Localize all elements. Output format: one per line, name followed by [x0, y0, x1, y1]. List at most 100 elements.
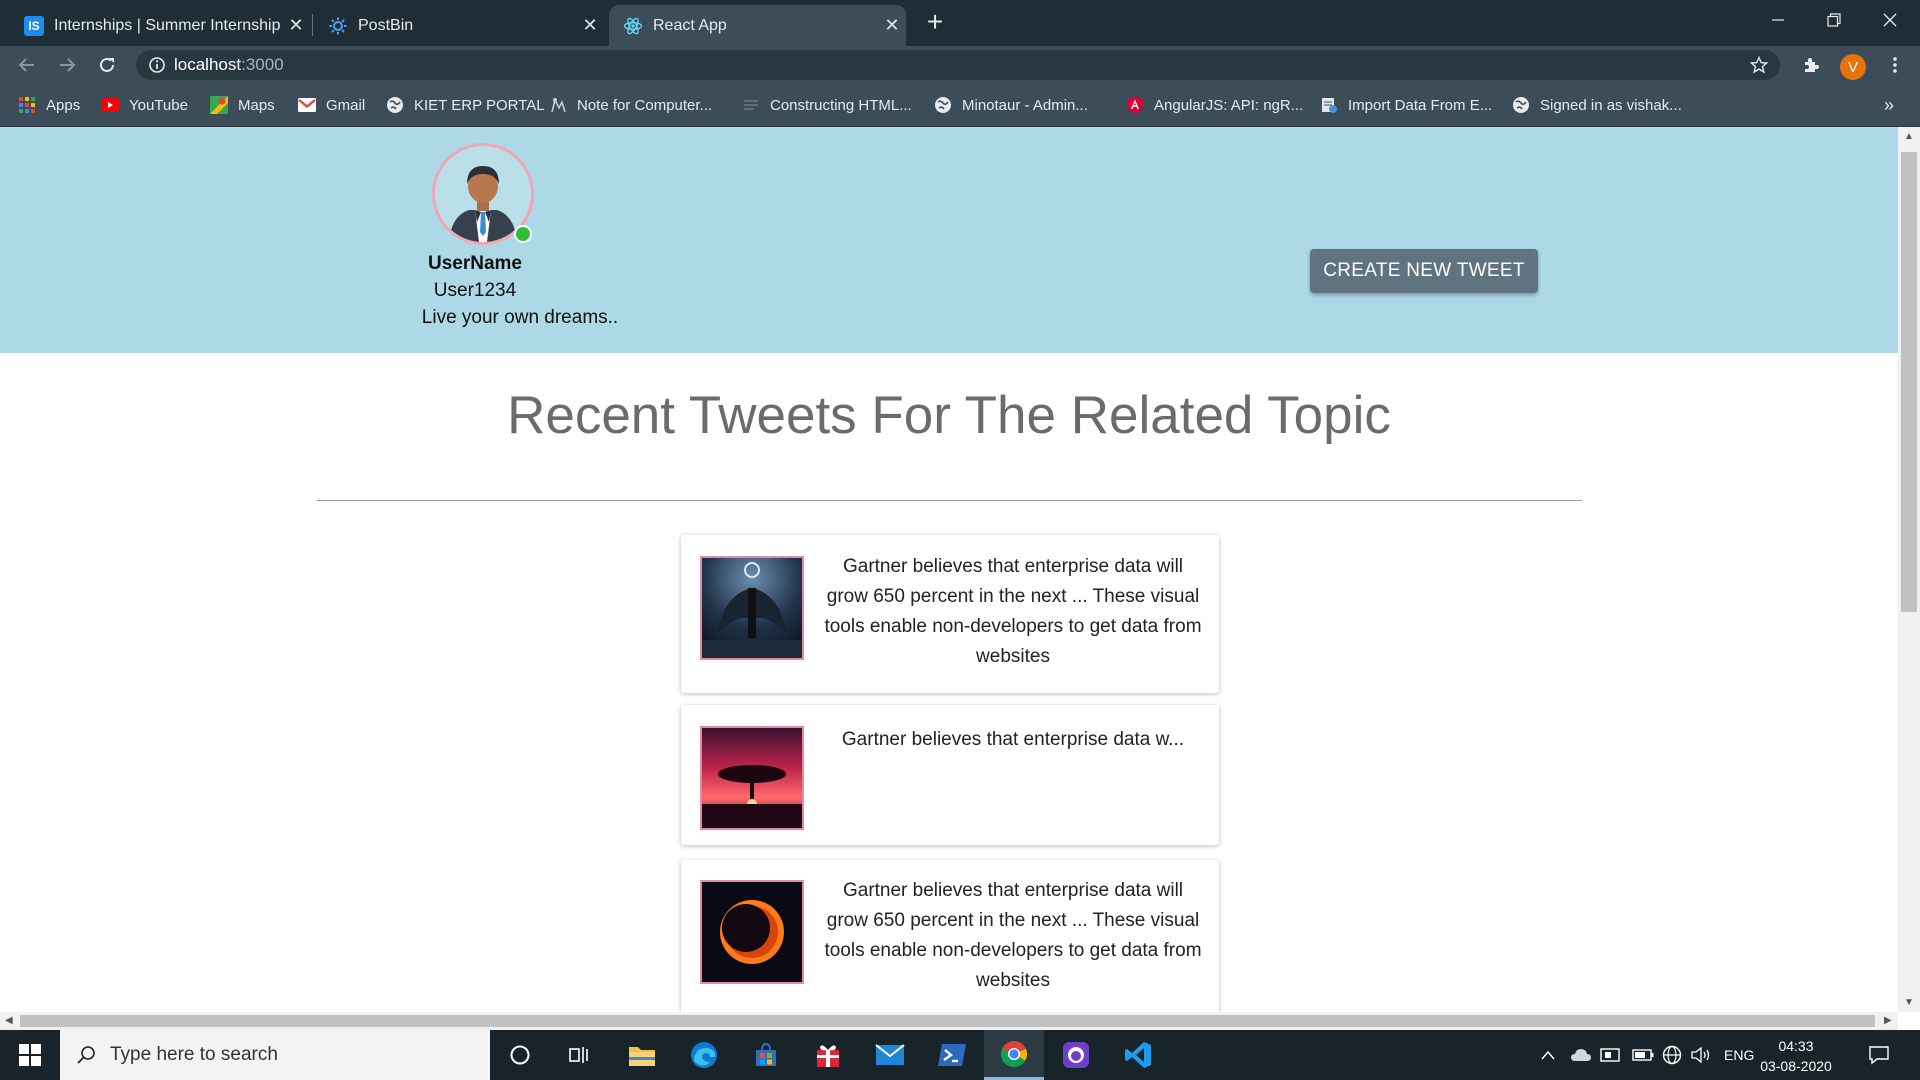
tweet-image[interactable]	[700, 556, 804, 660]
bookmark-label: Import Data From E...	[1348, 96, 1493, 114]
scroll-right-icon[interactable]: ▶	[1884, 1015, 1892, 1026]
import-icon	[1320, 96, 1338, 114]
powershell-icon[interactable]	[922, 1030, 982, 1080]
search-icon	[76, 1045, 96, 1065]
vertical-scrollbar[interactable]: ▲ ▼	[1898, 127, 1920, 1012]
forward-button[interactable]	[52, 50, 82, 80]
volume-icon[interactable]	[1690, 1030, 1712, 1080]
bookmark-label: Apps	[46, 96, 81, 114]
battery-icon[interactable]	[1632, 1030, 1654, 1080]
browser-tab-strip: IS Internships | Summer Internship 2020 …	[0, 0, 1920, 46]
close-icon[interactable]: ✕	[576, 15, 604, 36]
profile-name: UserName	[428, 253, 522, 274]
language-indicator[interactable]: ENG	[1724, 1030, 1754, 1080]
bookmark-youtube[interactable]: YouTube	[101, 94, 188, 116]
online-status-dot	[514, 225, 532, 243]
bookmark-minotaur[interactable]: Minotaur - Admin...	[934, 94, 1088, 116]
windows-logo-icon	[19, 1044, 41, 1066]
reload-button[interactable]	[92, 50, 122, 80]
section-divider	[317, 500, 1582, 501]
bookmark-apps[interactable]: Apps	[18, 94, 80, 116]
vscode-icon[interactable]	[1108, 1030, 1168, 1080]
close-icon[interactable]: ✕	[282, 15, 310, 36]
tweet-text: Gartner believes that enterprise data wi…	[824, 556, 1202, 667]
onedrive-icon[interactable]	[1570, 1030, 1592, 1080]
page-viewport: UserName User1234 Live your own dreams..…	[0, 127, 1898, 1012]
scrollbar-thumb[interactable]	[1901, 152, 1917, 612]
apps-grid-icon	[18, 96, 36, 114]
notifications-icon[interactable]	[1868, 1030, 1890, 1080]
tab-title: Internships | Summer Internship 2020	[54, 16, 282, 34]
gift-app-icon[interactable]	[798, 1030, 858, 1080]
close-window-button[interactable]	[1862, 0, 1918, 40]
note-icon	[549, 96, 567, 114]
tweet-text: Gartner believes that enterprise data w.…	[841, 729, 1185, 750]
scroll-left-icon[interactable]: ◀	[5, 1015, 13, 1026]
bookmark-signed-in[interactable]: Signed in as vishak...	[1512, 94, 1682, 116]
menu-dots-icon[interactable]	[1880, 50, 1910, 80]
tab-internships[interactable]: IS Internships | Summer Internship 2020 …	[10, 5, 310, 46]
chrome-icon[interactable]	[984, 1030, 1044, 1080]
globe-icon	[386, 96, 404, 114]
tweet-card[interactable]: Gartner believes that enterprise data wi…	[681, 535, 1219, 693]
edge-browser-icon[interactable]	[674, 1030, 734, 1080]
taskbar-clock[interactable]: 04:33 03-08-2020	[1760, 1036, 1832, 1076]
tab-title: PostBin	[358, 16, 414, 34]
address-bar[interactable]: localhost:3000	[136, 50, 1780, 80]
bookmarks-bar: Apps YouTube Maps Gmail KIET ERP PORTAL …	[0, 84, 1920, 127]
bookmark-constructing-html[interactable]: Constructing HTML...	[742, 94, 912, 116]
tab-react-app[interactable]: React App ✕	[609, 5, 906, 46]
bookmarks-overflow-button[interactable]: »	[1884, 94, 1894, 116]
close-icon[interactable]: ✕	[878, 15, 906, 36]
bookmark-maps[interactable]: Maps	[210, 94, 275, 116]
star-icon[interactable]	[1750, 56, 1768, 74]
meet-now-icon[interactable]	[1600, 1030, 1620, 1080]
profile-avatar[interactable]: V	[1840, 54, 1866, 80]
bookmark-label: Constructing HTML...	[770, 96, 912, 114]
scroll-down-icon[interactable]: ▼	[1904, 997, 1914, 1008]
bookmark-kiet-erp[interactable]: KIET ERP PORTAL	[386, 94, 545, 116]
bookmark-gmail[interactable]: Gmail	[298, 94, 365, 116]
scrollbar-thumb[interactable]	[20, 1015, 1875, 1027]
tab-title: React App	[653, 16, 727, 34]
restore-button[interactable]	[1806, 0, 1862, 40]
angular-icon	[1126, 96, 1144, 114]
bookmark-label: AngularJS: API: ngR...	[1154, 96, 1304, 114]
bookmark-label: Gmail	[326, 96, 366, 114]
gmail-icon	[298, 96, 316, 114]
show-hidden-icons[interactable]	[1540, 1030, 1556, 1080]
github-desktop-icon[interactable]	[1046, 1030, 1106, 1080]
bookmark-label: Minotaur - Admin...	[962, 96, 1088, 114]
horizontal-scrollbar[interactable]: ◀ ▶	[0, 1012, 1898, 1030]
microsoft-store-icon[interactable]	[736, 1030, 796, 1080]
file-explorer-icon[interactable]	[612, 1030, 672, 1080]
tweet-card[interactable]: Gartner believes that enterprise data wi…	[681, 860, 1219, 1012]
tweet-image[interactable]	[700, 726, 804, 830]
solar-eclipse-image-icon	[702, 882, 802, 982]
mail-icon[interactable]	[860, 1030, 920, 1080]
new-tab-button[interactable]: +	[922, 8, 948, 38]
network-globe-icon[interactable]	[1662, 1030, 1682, 1080]
page-title: Recent Tweets For The Related Topic	[507, 386, 1391, 445]
tweet-image[interactable]	[700, 880, 804, 984]
bookmark-import-data[interactable]: Import Data From E...	[1320, 94, 1492, 116]
back-button[interactable]	[12, 50, 42, 80]
globe-icon	[934, 96, 952, 114]
tweet-card[interactable]: Gartner believes that enterprise data w.…	[681, 705, 1219, 845]
task-view-icon[interactable]	[550, 1030, 610, 1080]
youtube-icon	[101, 96, 119, 114]
info-icon[interactable]	[148, 56, 166, 74]
clock-time: 04:33	[1778, 1038, 1814, 1054]
windows-start-button[interactable]	[0, 1030, 60, 1080]
extensions-icon[interactable]	[1797, 50, 1827, 80]
bookmark-angularjs[interactable]: AngularJS: API: ngR...	[1126, 94, 1303, 116]
bookmark-note[interactable]: Note for Computer...	[549, 94, 712, 116]
create-new-tweet-button[interactable]: CREATE NEW TWEET	[1310, 249, 1538, 293]
tab-separator	[312, 14, 313, 36]
taskbar-search-box[interactable]: Type here to search	[60, 1030, 490, 1080]
tweet-text: Gartner believes that enterprise data wi…	[824, 880, 1202, 991]
tab-postbin[interactable]: PostBin ✕	[314, 5, 604, 46]
cortana-icon[interactable]	[490, 1030, 550, 1080]
scroll-up-icon[interactable]: ▲	[1904, 131, 1914, 142]
minimize-button[interactable]	[1750, 0, 1806, 40]
